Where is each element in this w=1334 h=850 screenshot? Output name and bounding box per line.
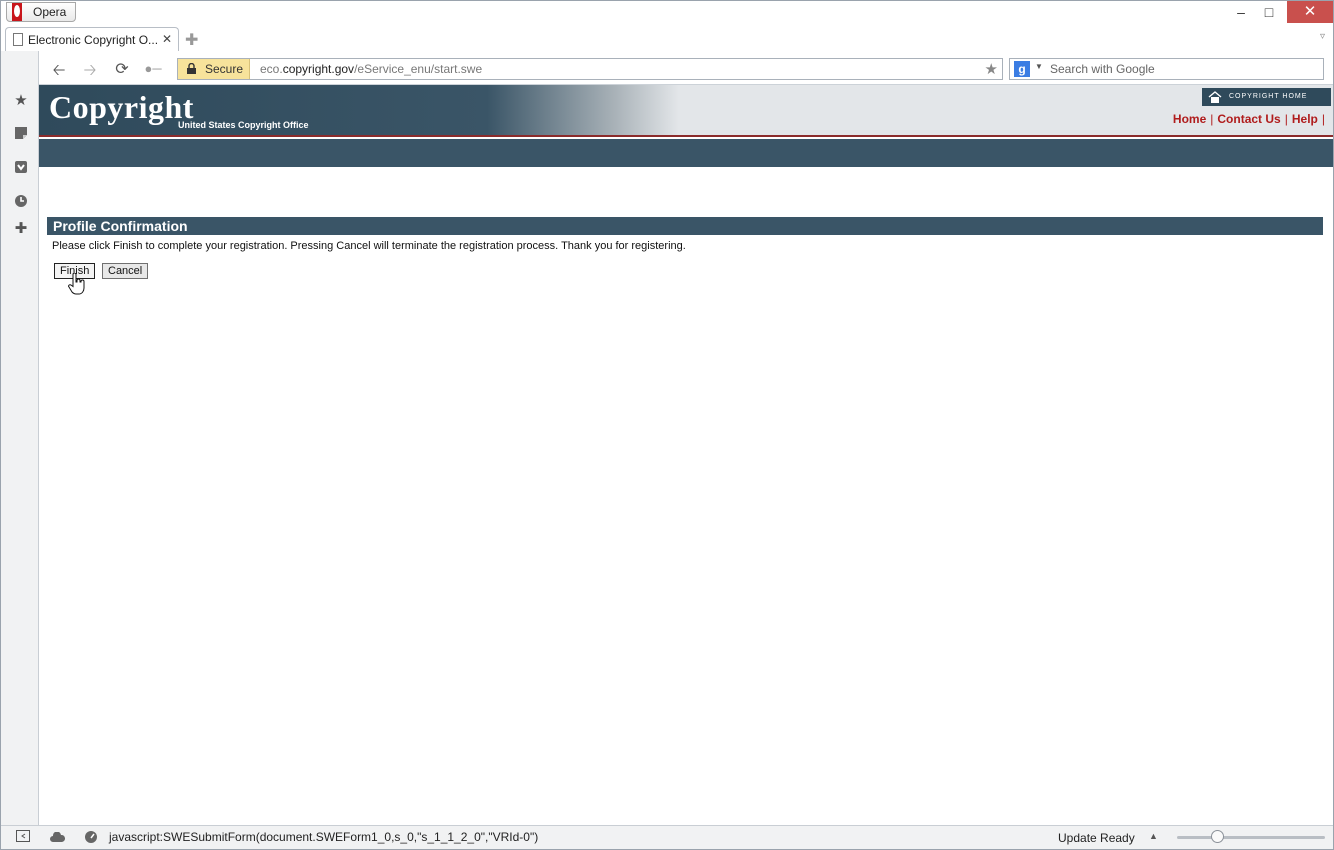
divider: | [1210, 112, 1214, 126]
home-link[interactable]: Home [1173, 112, 1206, 126]
search-field[interactable]: g ▼ Search with Google [1009, 58, 1324, 80]
maximize-button[interactable]: □ [1255, 1, 1283, 23]
site-banner: Copyright United States Copyright Office… [39, 85, 1333, 137]
close-window-button[interactable]: ✕ [1287, 1, 1333, 23]
secure-badge[interactable]: Secure [178, 59, 250, 79]
history-icon[interactable] [12, 194, 30, 212]
title-bar: Opera – □ ✕ [1, 1, 1333, 25]
cancel-button[interactable]: Cancel [102, 263, 149, 279]
tab-title: Electronic Copyright O... [28, 33, 159, 47]
status-text: javascript:SWESubmitForm(document.SWEFor… [109, 830, 539, 844]
notes-icon[interactable] [12, 126, 30, 144]
new-tab-icon[interactable]: ✚ [185, 30, 198, 50]
panel-toggle-icon[interactable] [15, 830, 31, 846]
browser-window: Opera – □ ✕ Electronic Copyright O... ✕ … [0, 0, 1334, 850]
divider: | [1321, 112, 1325, 126]
top-links: Home | Contact Us | Help | [1173, 112, 1329, 126]
search-placeholder: Search with Google [1050, 62, 1155, 76]
back-arrow-icon[interactable]: 🡠 [49, 59, 69, 86]
tab-electronic-copyright[interactable]: Electronic Copyright O... ✕ [5, 27, 179, 51]
tab-bar: Electronic Copyright O... ✕ ✚ ▿ [1, 25, 1333, 51]
zoom-slider[interactable] [1177, 836, 1325, 839]
reload-icon[interactable]: ⟳ [112, 59, 132, 79]
section-header: Profile Confirmation [47, 217, 1323, 235]
opera-menu-label: Opera [33, 5, 67, 19]
bookmarks-star-icon[interactable]: ★ [12, 92, 30, 110]
copyright-home-label: COPYRIGHT HOME [1229, 93, 1308, 100]
update-ready-label[interactable]: Update Ready [1058, 831, 1135, 845]
page-content: Copyright United States Copyright Office… [39, 85, 1333, 825]
page-icon [13, 33, 23, 46]
zoom-slider-handle[interactable] [1211, 830, 1224, 843]
key-icon[interactable]: ●─ [143, 61, 163, 76]
status-bar: javascript:SWESubmitForm(document.SWEFor… [1, 825, 1333, 849]
address-bar[interactable]: Secure eco.copyright.gov/eService_enu/st… [177, 58, 1003, 80]
copyright-home-button[interactable]: COPYRIGHT HOME [1202, 88, 1331, 106]
update-arrow-icon[interactable]: ▲ [1149, 831, 1158, 841]
logo-subtitle: United States Copyright Office [178, 120, 309, 130]
forward-arrow-icon[interactable]: 🡢 [80, 59, 100, 86]
home-icon [1208, 91, 1222, 103]
minimize-button[interactable]: – [1227, 1, 1255, 23]
opera-logo-icon [12, 3, 22, 21]
contact-us-link[interactable]: Contact Us [1217, 112, 1280, 126]
add-panel-icon[interactable]: ✚ [12, 220, 30, 238]
url-text: eco.copyright.gov/eService_enu/start.swe [260, 62, 483, 76]
side-panel: ★ ✚ [1, 51, 39, 825]
lock-icon [187, 63, 196, 74]
downloads-icon[interactable] [12, 160, 30, 178]
bookmark-star-icon[interactable]: ★ [985, 60, 998, 78]
section-title: Profile Confirmation [53, 218, 188, 234]
turbo-speedometer-icon[interactable] [83, 830, 99, 846]
opera-menu-button[interactable]: Opera [6, 2, 76, 22]
divider: | [1284, 112, 1288, 126]
hand-cursor-icon [68, 273, 85, 295]
copyright-logo[interactable]: Copyright [49, 89, 194, 126]
tab-close-icon[interactable]: ✕ [162, 32, 172, 46]
help-link[interactable]: Help [1292, 112, 1318, 126]
address-toolbar: 🡠 🡢 ⟳ ●─ Secure eco.copyright.gov/eServi… [39, 51, 1333, 85]
tab-menu-chevron-icon[interactable]: ▿ [1320, 31, 1325, 42]
secure-label: Secure [205, 62, 244, 76]
nav-strip [39, 139, 1333, 167]
search-engine-dropdown-icon[interactable]: ▼ [1035, 62, 1043, 71]
google-icon[interactable]: g [1014, 61, 1030, 77]
instructions-text: Please click Finish to complete your reg… [52, 240, 686, 252]
unite-cloud-icon[interactable] [49, 830, 65, 846]
